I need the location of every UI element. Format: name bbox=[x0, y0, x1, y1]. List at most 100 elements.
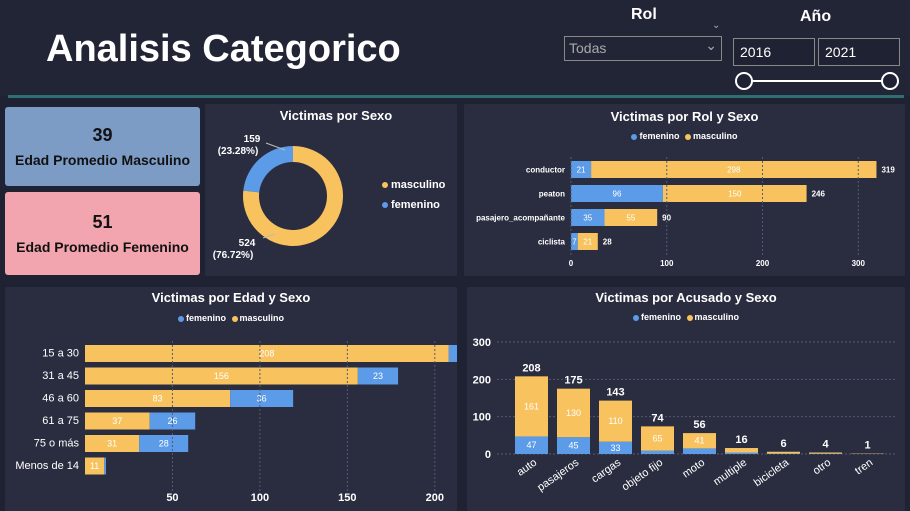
category-label: Menos de 14 bbox=[15, 460, 79, 472]
x-tick-label: 150 bbox=[338, 492, 356, 504]
data-label-masculino: 55 bbox=[626, 214, 635, 223]
data-label-masculino: 161 bbox=[524, 401, 539, 411]
rol-expand-icon[interactable]: ⌄ bbox=[712, 20, 720, 31]
category-label: pasajeros bbox=[535, 456, 581, 493]
bar-femenino bbox=[725, 452, 758, 454]
total-label: 246 bbox=[812, 190, 826, 199]
bar-masculino bbox=[767, 451, 800, 454]
year-slider-start-handle[interactable] bbox=[735, 72, 753, 90]
legend-label-femenino: femenino bbox=[391, 199, 440, 211]
data-label-femenino: 47 bbox=[526, 440, 536, 450]
data-label-masculino: 37 bbox=[112, 416, 122, 426]
y-tick-label: 0 bbox=[485, 449, 491, 461]
total-label: 16 bbox=[735, 434, 747, 446]
category-label: pasajero_acompañante bbox=[476, 214, 565, 223]
data-label-femenino: 23 bbox=[373, 371, 383, 381]
total-label: 74 bbox=[651, 412, 664, 424]
rol-selected-value: Todas bbox=[569, 40, 607, 56]
category-label: peaton bbox=[539, 190, 565, 199]
x-tick-label: 300 bbox=[852, 259, 866, 268]
sexo-chart-panel: Victimas por Sexo 159 (23.28%) 524 (76.72%)… bbox=[205, 104, 457, 276]
donut-label-masculino-count: 524 bbox=[239, 238, 256, 249]
acusado-bar-chart: 0 100 200 300 47 161 208 auto 45 130 175 pasajeros 3… bbox=[473, 337, 897, 494]
category-label: ciclista bbox=[538, 238, 566, 247]
anio-filter-title: Año bbox=[800, 8, 832, 25]
data-label-masculino: 21 bbox=[583, 238, 592, 247]
callout-line-femenino bbox=[265, 142, 286, 151]
total-label: 143 bbox=[606, 387, 624, 399]
header-divider bbox=[8, 95, 904, 98]
donut-label-femenino-pct: (23.28%) bbox=[218, 146, 259, 157]
data-label-masculino: 65 bbox=[652, 434, 662, 444]
category-label: moto bbox=[680, 457, 707, 481]
page-title: Analisis Categorico bbox=[46, 28, 401, 70]
category-label: 31 a 45 bbox=[42, 370, 79, 382]
data-label-masculino: 83 bbox=[153, 394, 163, 404]
total-label: 56 bbox=[693, 419, 705, 431]
x-tick-label: 0 bbox=[569, 259, 574, 268]
card-value: 51 bbox=[92, 212, 113, 232]
year-from-input[interactable]: 2016 bbox=[733, 38, 815, 66]
data-label-femenino: 21 bbox=[577, 166, 586, 175]
bar-femenino bbox=[683, 448, 716, 454]
total-label: 28 bbox=[603, 238, 612, 247]
chevron-down-icon: ⌄ bbox=[705, 37, 717, 53]
bar-femenino bbox=[104, 457, 106, 475]
edad-bar-chart: 15 a 302084431 a 451562346 a 60833661 a … bbox=[15, 341, 457, 504]
rol-chart-panel: Victimas por Rol y Sexo femenino masculi… bbox=[464, 104, 905, 276]
bar-femenino bbox=[448, 345, 457, 362]
card-edad-masculino: 39 Edad Promedio Masculino bbox=[5, 107, 200, 186]
category-label: auto bbox=[515, 457, 539, 479]
category-label: objeto fijo bbox=[620, 457, 665, 494]
data-label-masculino: 11 bbox=[90, 461, 99, 471]
bar-masculino bbox=[725, 448, 758, 453]
data-label-femenino: 33 bbox=[610, 443, 620, 453]
data-label-masculino: 130 bbox=[566, 408, 581, 418]
card-value: 39 bbox=[92, 125, 113, 145]
acusado-chart-panel: Victimas por Acusado y Sexo femenino mas… bbox=[467, 287, 905, 511]
year-slider-track[interactable] bbox=[744, 80, 890, 82]
data-label-femenino: 36 bbox=[257, 394, 267, 404]
category-label: cargas bbox=[589, 456, 623, 485]
data-label-masculino: 110 bbox=[608, 416, 622, 426]
card-edad-femenino: 51 Edad Promedio Femenino bbox=[5, 192, 200, 275]
card-label: Edad Promedio Masculino bbox=[14, 152, 191, 168]
card-label: Edad Promedio Femenino bbox=[16, 239, 189, 255]
rol-filter-title: Rol bbox=[631, 6, 657, 23]
x-tick-label: 200 bbox=[756, 259, 770, 268]
data-label-masculino: 150 bbox=[728, 190, 742, 199]
total-label: 175 bbox=[564, 375, 582, 387]
data-label-femenino: 28 bbox=[159, 439, 169, 449]
y-tick-label: 100 bbox=[473, 412, 491, 424]
y-tick-label: 300 bbox=[473, 337, 491, 349]
legend-dot-masculino bbox=[382, 182, 388, 188]
data-label-masculino: 208 bbox=[259, 349, 274, 359]
legend-dot-femenino bbox=[382, 202, 388, 208]
data-label-femenino: 35 bbox=[583, 214, 592, 223]
total-label: 6 bbox=[780, 438, 786, 450]
data-label-femenino: 96 bbox=[613, 190, 622, 199]
data-label-femenino: 45 bbox=[568, 441, 578, 451]
rol-dropdown[interactable]: Todas ⌄ bbox=[564, 36, 722, 61]
category-label: 15 a 30 bbox=[42, 348, 79, 360]
category-label: bicicleta bbox=[752, 456, 792, 489]
year-to-input[interactable]: 2021 bbox=[818, 38, 900, 66]
category-label: 46 a 60 bbox=[42, 393, 79, 405]
x-tick-label: 100 bbox=[251, 492, 269, 504]
total-label: 4 bbox=[822, 439, 829, 451]
bar-femenino bbox=[641, 450, 674, 454]
year-slider-end-handle[interactable] bbox=[881, 72, 899, 90]
total-label: 319 bbox=[881, 166, 895, 175]
x-tick-label: 50 bbox=[166, 492, 178, 504]
legend-label-masculino: masculino bbox=[391, 179, 446, 191]
total-label: 208 bbox=[522, 362, 540, 374]
category-label: multiple bbox=[711, 457, 749, 489]
data-label-masculino: 156 bbox=[214, 371, 229, 381]
data-label-masculino: 31 bbox=[107, 439, 117, 449]
sexo-donut-chart: 159(23.28%) 524(76.72%) masculino femenino bbox=[213, 134, 446, 261]
y-tick-label: 200 bbox=[473, 374, 491, 386]
data-label-masculino: 298 bbox=[727, 166, 741, 175]
category-label: 61 a 75 bbox=[42, 415, 79, 427]
rol-bar-chart: conductor 21 298 319 peaton 96 150 246 pasajero_… bbox=[476, 157, 895, 268]
data-label-femenino: 7 bbox=[572, 238, 577, 247]
